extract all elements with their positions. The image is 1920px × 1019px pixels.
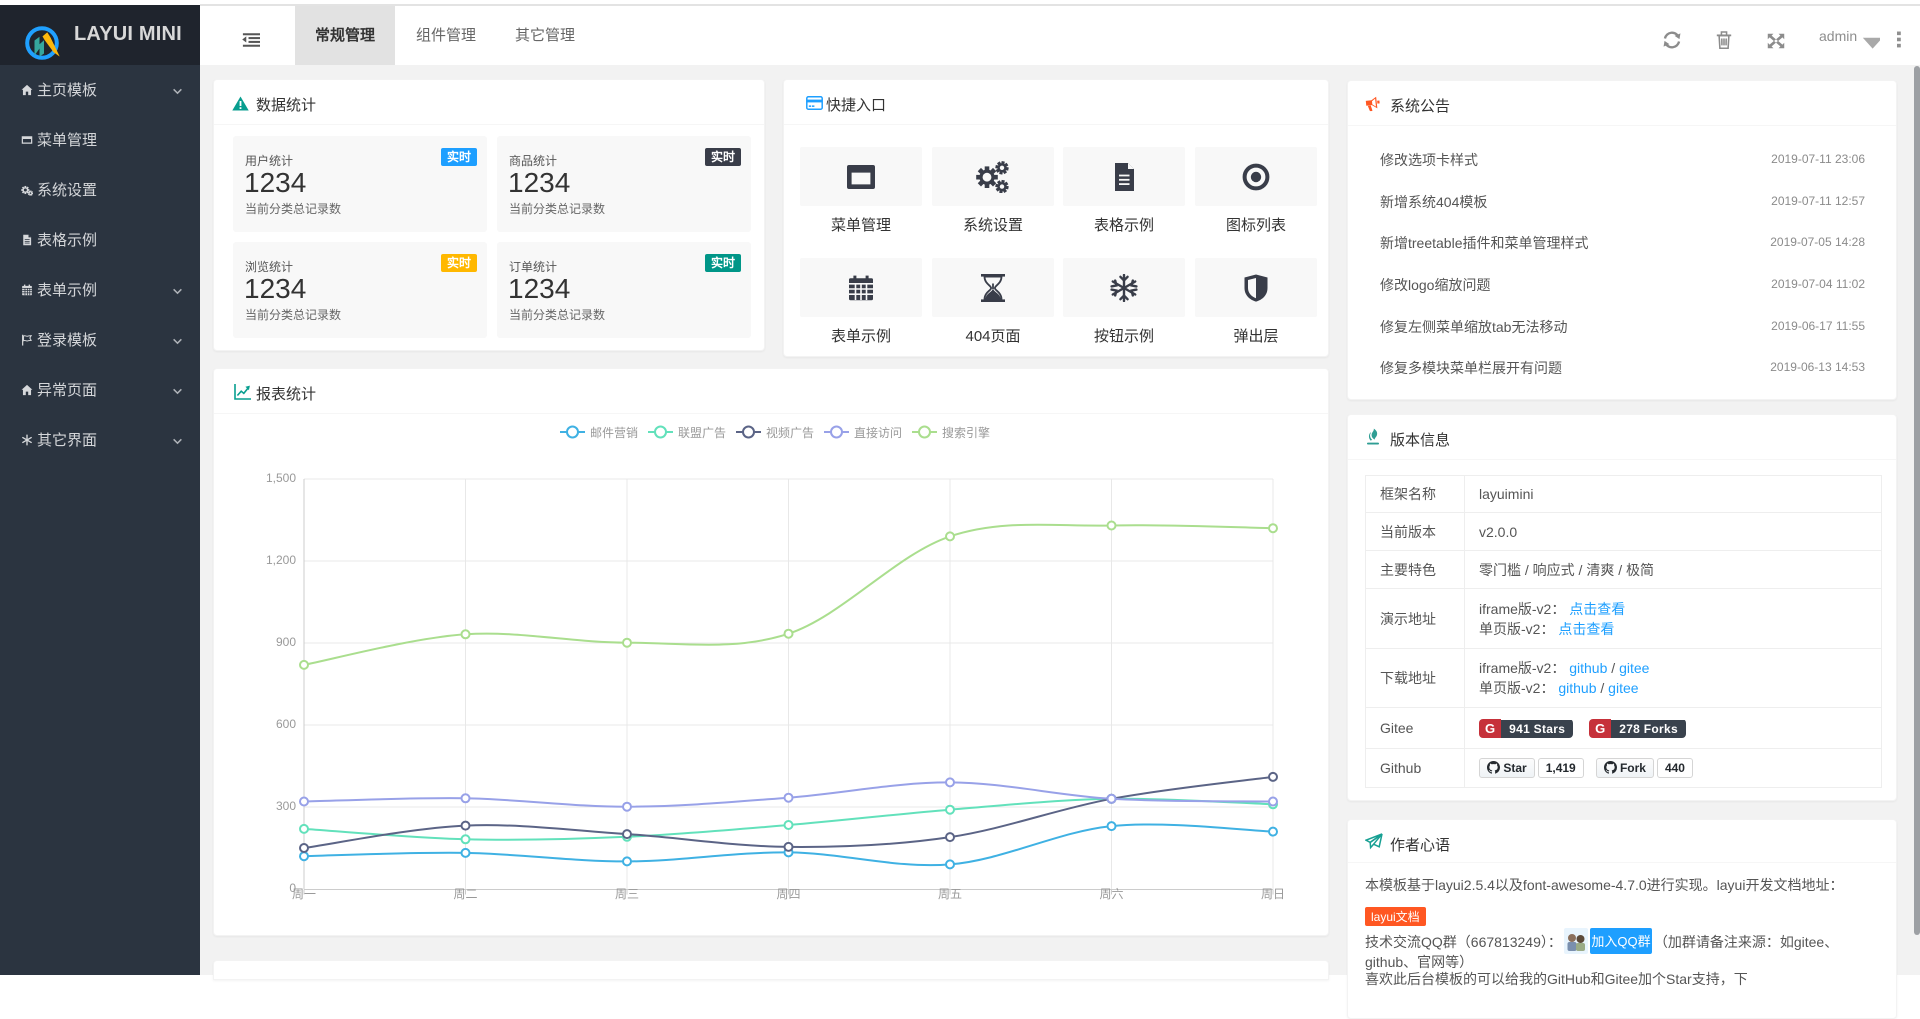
svg-text:周六: 周六 xyxy=(1099,887,1123,901)
svg-text:加入QQ群: 加入QQ群 xyxy=(1591,934,1650,949)
svg-text:周二: 周二 xyxy=(453,887,477,901)
svg-text:邮件营销: 邮件营销 xyxy=(590,426,638,440)
svg-text:周三: 周三 xyxy=(615,887,639,901)
svg-text:1,200: 1,200 xyxy=(266,553,296,567)
svg-text:直接访问: 直接访问 xyxy=(854,425,902,440)
svg-text:周一: 周一 xyxy=(292,887,316,901)
svg-text:1,500: 1,500 xyxy=(266,471,296,485)
svg-text:周四: 周四 xyxy=(776,887,800,901)
svg-text:周日: 周日 xyxy=(1261,887,1285,901)
svg-text:600: 600 xyxy=(276,717,296,731)
svg-text:900: 900 xyxy=(276,635,296,649)
svg-text:300: 300 xyxy=(276,799,296,813)
svg-text:视频广告: 视频广告 xyxy=(766,425,814,440)
svg-text:搜索引擎: 搜索引擎 xyxy=(942,425,990,440)
svg-text:周五: 周五 xyxy=(938,887,962,901)
svg-text:联盟广告: 联盟广告 xyxy=(678,426,726,440)
